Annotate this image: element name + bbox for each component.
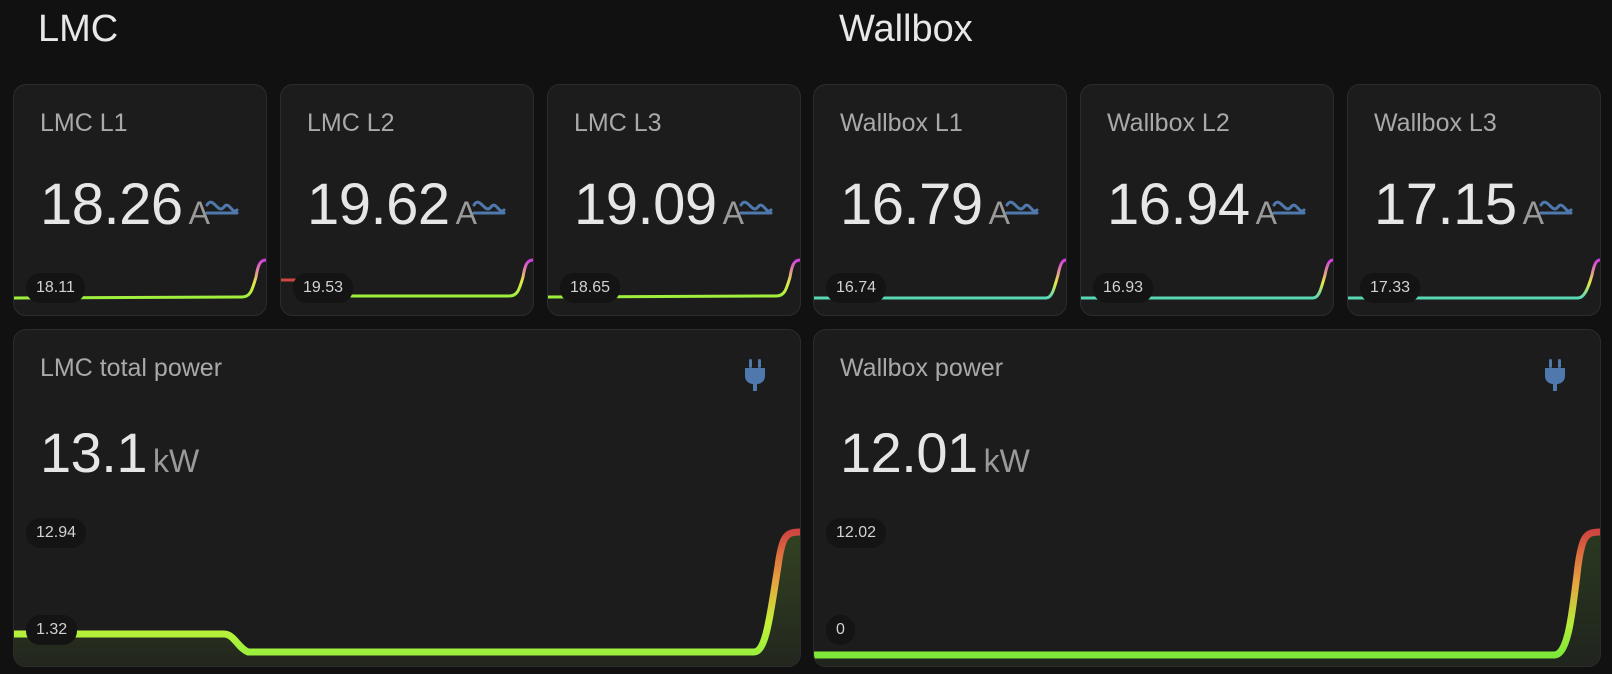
card-value: 17.15 A <box>1374 171 1544 238</box>
min-label-pill: 18.65 <box>560 273 621 303</box>
card-name: LMC L2 <box>307 109 395 137</box>
min-label-pill: 0 <box>826 615 855 645</box>
card-name: LMC total power <box>40 354 223 382</box>
value-number: 18.26 <box>40 172 183 237</box>
power-history-graph <box>14 528 800 666</box>
value-unit: kW <box>153 443 200 479</box>
section-title-wallbox: Wallbox <box>839 8 973 50</box>
sensor-card-lmc-l3[interactable]: LMC L3 19.09 A 18.65 <box>547 84 801 316</box>
value-unit: A <box>722 195 744 231</box>
card-name: LMC L3 <box>574 109 662 137</box>
min-label-pill: 17.33 <box>1360 273 1421 303</box>
min-label-pill: 18.11 <box>26 273 85 303</box>
card-value: 16.94 A <box>1107 171 1277 238</box>
max-label-pill: 12.94 <box>26 518 87 548</box>
card-value: 16.79 A <box>840 171 1010 238</box>
min-label-pill: 19.53 <box>293 273 354 303</box>
value-unit: A <box>1255 195 1277 231</box>
value-number: 12.01 <box>840 421 978 484</box>
value-number: 16.94 <box>1107 172 1250 237</box>
value-unit: A <box>988 195 1010 231</box>
sensor-card-wallbox-power[interactable]: Wallbox power 12.01 kW 12.02 0 <box>813 329 1601 667</box>
card-value: 19.09 A <box>574 171 744 238</box>
value-unit: A <box>1522 195 1544 231</box>
sensor-card-lmc-l2[interactable]: LMC L2 19.62 A 19.53 <box>280 84 534 316</box>
value-unit: A <box>188 195 210 231</box>
sensor-card-lmc-total-power[interactable]: LMC total power 13.1 kW 12.94 1.32 <box>13 329 801 667</box>
card-name: Wallbox L1 <box>840 109 963 137</box>
power-plug-icon <box>1545 359 1565 391</box>
sensor-card-lmc-l1[interactable]: LMC L1 18.26 A 18.11 <box>13 84 267 316</box>
sensor-card-wallbox-l3[interactable]: Wallbox L3 17.15 A 17.33 <box>1347 84 1601 316</box>
card-name: Wallbox power <box>840 354 1004 382</box>
card-name: LMC L1 <box>40 109 128 137</box>
card-value: 13.1 kW <box>40 420 199 485</box>
sensor-card-wallbox-l2[interactable]: Wallbox L2 16.94 A 16.93 <box>1080 84 1334 316</box>
card-value: 18.26 A <box>40 171 210 238</box>
card-name: Wallbox L3 <box>1374 109 1497 137</box>
value-unit: kW <box>983 443 1030 479</box>
power-history-graph <box>814 528 1600 666</box>
section-title-lmc: LMC <box>38 8 119 50</box>
min-label-pill: 16.93 <box>1093 273 1154 303</box>
min-label-pill: 1.32 <box>26 615 78 645</box>
power-plug-icon <box>745 359 765 391</box>
value-number: 13.1 <box>40 421 148 484</box>
sensor-card-wallbox-l1[interactable]: Wallbox L1 16.79 A 16.74 <box>813 84 1067 316</box>
value-number: 19.62 <box>307 172 450 237</box>
card-value: 12.01 kW <box>840 420 1030 485</box>
max-label-pill: 12.02 <box>826 518 887 548</box>
value-number: 17.15 <box>1374 172 1517 237</box>
card-name: Wallbox L2 <box>1107 109 1230 137</box>
value-number: 19.09 <box>574 172 717 237</box>
value-number: 16.79 <box>840 172 983 237</box>
min-label-pill: 16.74 <box>826 273 887 303</box>
card-value: 19.62 A <box>307 171 477 238</box>
value-unit: A <box>455 195 477 231</box>
